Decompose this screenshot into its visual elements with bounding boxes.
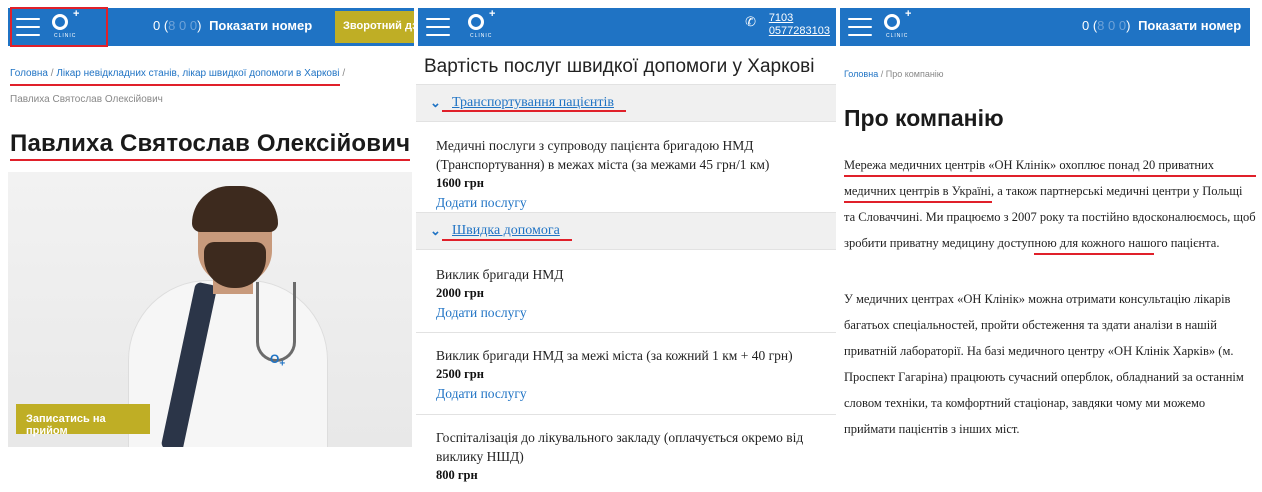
book-appointment-button[interactable]: Записатись на прийом [16,404,150,437]
clinic-logo[interactable]: + CLINIC [884,8,914,42]
breadcrumb-home[interactable]: Головна [844,69,878,79]
service-name: Госпіталізація до лікувального закладу (… [436,430,804,464]
divider [416,414,836,415]
add-service-link[interactable]: Додати послугу [436,384,831,403]
breadcrumb-current: Про компанію [885,69,944,79]
accordion-label[interactable]: Транспортування пацієнтів [452,95,614,111]
phone-number[interactable]: 0 (8 0 0) Показати номер [153,18,312,33]
phone-suffix: ) [1126,18,1131,33]
callback-button[interactable]: Зворотний дзвінок [335,11,414,43]
service-price: 800 грн [436,468,478,482]
prices-title: Вартість послуг швидкої допомоги у Харко… [424,56,815,77]
service-name: Виклик бригади НМД за межі міста (за кож… [436,348,793,363]
breadcrumb-separator: / [50,68,54,79]
phone-hidden-digits: 8 0 0 [1097,18,1127,33]
phone-prefix: 0 ( [153,18,169,33]
service-item: Медичні послуги з супроводу пацієнта бри… [436,136,831,212]
accordion-ambulance[interactable]: ⌄ Швидка допомога [416,212,836,250]
annotation-highlight-box [10,7,108,47]
accordion-label[interactable]: Швидка допомога [452,223,560,239]
service-item: Виклик бригади НМД 2000 грн Додати послу… [436,265,831,322]
service-price: 2500 грн [436,367,484,381]
add-service-link[interactable]: Додати послугу [436,303,831,322]
annotation-underline [10,159,410,161]
service-item: Виклик бригади НМД за межі міста (за кож… [436,346,831,403]
phone-icon: ✆ [745,14,756,29]
phone-links: 7103 0577283103 [769,12,830,38]
doctor-page-panel: + CLINIC 0 (8 0 0) Показати номер Зворот… [0,0,414,492]
about-paragraph-1: Мережа медичних центрів «ОН Клінік» охоп… [844,158,1256,250]
divider [416,332,836,333]
annotation-underline [1034,253,1154,255]
hamburger-menu-icon[interactable] [848,18,872,36]
annotation-underline [844,201,992,203]
phone-suffix: ) [197,18,202,33]
breadcrumb-separator: / [342,68,346,79]
show-number-link[interactable]: Показати номер [1138,18,1241,33]
phone-number[interactable]: 0 (8 0 0) Показати номер [1082,18,1241,33]
show-number-link[interactable]: Показати номер [209,18,312,33]
service-price: 1600 грн [436,176,484,190]
site-header: + CLINIC ✆ 7103 0577283103 [418,8,836,46]
accordion-transport[interactable]: ⌄ Транспортування пацієнтів [416,84,836,122]
about-paragraph-2: У медичних центрах «ОН Клінік» можна отр… [844,292,1244,436]
breadcrumb: Головна / Лікар невідкладних станів, лік… [10,68,345,79]
chevron-down-icon: ⌄ [430,223,441,238]
about-title: Про компанію [844,105,1004,131]
site-header: + CLINIC 0 (8 0 0) Показати номер [840,8,1250,46]
chevron-down-icon: ⌄ [430,95,441,110]
breadcrumb-separator: / [880,69,884,79]
breadcrumb: Головна / Про компанію [844,69,944,79]
service-name: Медичні послуги з супроводу пацієнта бри… [436,138,770,172]
logo-subtitle: CLINIC [886,33,909,39]
service-name: Виклик бригади НМД [436,267,564,282]
annotation-underline [10,84,340,86]
shirt-logo: O+ [270,352,286,370]
breadcrumb-home[interactable]: Головна [10,68,48,79]
phone-hidden-digits: 8 0 0 [168,18,198,33]
annotation-underline [844,175,1256,177]
phone-prefix: 0 ( [1082,18,1098,33]
hamburger-menu-icon[interactable] [426,18,450,36]
about-page-panel: + CLINIC 0 (8 0 0) Показати номер Головн… [838,0,1262,492]
add-service-link[interactable]: Додати послугу [436,193,831,212]
logo-subtitle: CLINIC [470,33,493,39]
breadcrumb-current: Павлиха Святослав Олексійович [10,94,163,105]
phone-link-full[interactable]: 0577283103 [769,25,830,38]
annotation-underline [442,110,626,112]
service-price: 2000 грн [436,286,484,300]
service-item: Госпіталізація до лікувального закладу (… [436,428,831,485]
clinic-logo[interactable]: + CLINIC [468,8,498,42]
phone-link-short[interactable]: 7103 [769,12,793,25]
breadcrumb-category[interactable]: Лікар невідкладних станів, лікар швидкої… [56,68,339,79]
annotation-underline [442,239,572,241]
doctor-name-heading: Павлиха Святослав Олексійович [10,130,411,157]
prices-page-panel: + CLINIC ✆ 7103 0577283103 Вартість посл… [416,0,836,492]
